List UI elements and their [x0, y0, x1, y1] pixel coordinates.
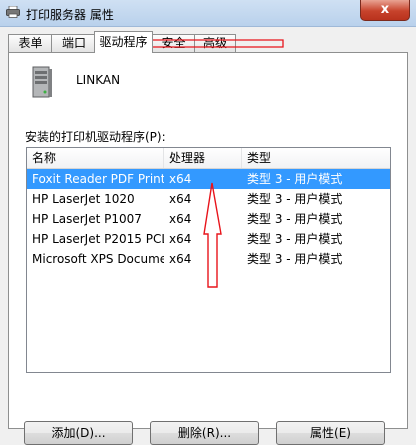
add-driver-button[interactable]: 添加(D)... — [24, 421, 133, 445]
drivers-listview[interactable]: 名称 处理器 类型 Foxit Reader PDF Printe... x64… — [26, 147, 391, 373]
driver-name: Foxit Reader PDF Printe... — [32, 172, 164, 186]
driver-type: 类型 3 - 用户模式 — [247, 172, 343, 186]
remove-driver-button[interactable]: 删除(R)... — [150, 421, 259, 445]
tab-drivers[interactable]: 驱动程序 — [94, 31, 153, 53]
driver-processor: x64 — [169, 252, 192, 266]
column-header-type[interactable]: 类型 — [242, 148, 390, 168]
printer-icon — [6, 6, 20, 18]
window-title: 打印服务器 属性 — [26, 8, 114, 22]
driver-processor: x64 — [169, 232, 192, 246]
driver-name: HP LaserJet P1007 — [32, 212, 142, 226]
driver-processor: x64 — [169, 192, 192, 206]
drivers-tab-panel: LINKAN 安装的打印机驱动程序(P): 名称 处理器 类型 Foxit Re… — [8, 52, 408, 429]
driver-type: 类型 3 - 用户模式 — [247, 252, 343, 266]
driver-row[interactable]: HP LaserJet P1007 x64 类型 3 - 用户模式 — [27, 209, 390, 229]
tab-ports[interactable]: 端口 — [51, 34, 97, 52]
driver-row[interactable]: Microsoft XPS Docume... x64 类型 3 - 用户模式 — [27, 249, 390, 269]
driver-type: 类型 3 - 用户模式 — [247, 212, 343, 226]
driver-type: 类型 3 - 用户模式 — [247, 192, 343, 206]
driver-row[interactable]: HP LaserJet 1020 x64 类型 3 - 用户模式 — [27, 189, 390, 209]
driver-type: 类型 3 - 用户模式 — [247, 232, 343, 246]
column-header-processor[interactable]: 处理器 — [164, 148, 242, 168]
driver-row[interactable]: HP LaserJet P2015 PCL6 x64 类型 3 - 用户模式 — [27, 229, 390, 249]
driver-name: Microsoft XPS Docume... — [32, 252, 164, 266]
server-icon — [32, 66, 52, 98]
title-bar: 打印服务器 属性 x — [0, 0, 416, 27]
tab-forms[interactable]: 表单 — [8, 34, 53, 52]
driver-name: HP LaserJet 1020 — [32, 192, 135, 206]
driver-processor: x64 — [169, 212, 192, 226]
tab-security[interactable]: 安全 — [151, 34, 196, 52]
column-header-name[interactable]: 名称 — [27, 148, 164, 168]
drivers-list-label: 安装的打印机驱动程序(P): — [25, 130, 166, 144]
close-icon: x — [380, 2, 390, 17]
close-button[interactable]: x — [360, 0, 410, 21]
driver-processor: x64 — [169, 172, 192, 186]
driver-row-selected[interactable]: Foxit Reader PDF Printe... x64 类型 3 - 用户… — [27, 169, 390, 189]
server-name: LINKAN — [76, 73, 121, 87]
driver-name: HP LaserJet P2015 PCL6 — [32, 232, 164, 246]
tab-advanced[interactable]: 高级 — [194, 34, 236, 52]
tab-strip: 表单 端口 驱动程序 安全 高级 — [8, 31, 408, 53]
driver-properties-button[interactable]: 属性(E) — [276, 421, 385, 445]
list-header: 名称 处理器 类型 — [27, 148, 390, 169]
